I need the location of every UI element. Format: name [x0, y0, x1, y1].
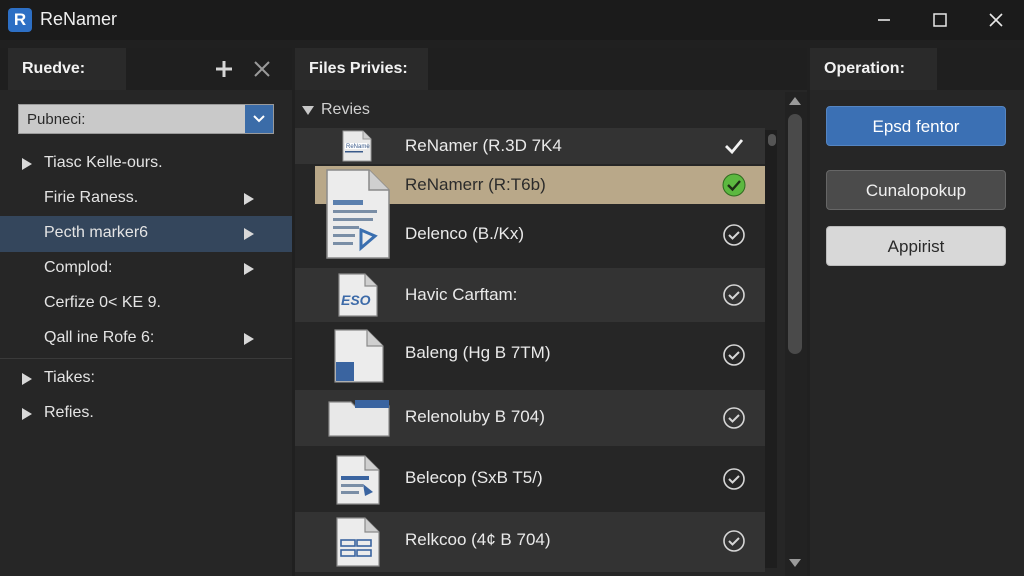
file-group-label: Revies: [321, 101, 370, 118]
tree-item-label: Tiakes:: [44, 369, 95, 386]
chevron-down-icon: [253, 115, 265, 123]
operation-button-primary[interactable]: Epsd fentor: [826, 106, 1006, 146]
file-name: ReNamer (R.3D 7K4: [405, 136, 562, 155]
tree-item-label: Cerfize 0< KE 9.: [44, 294, 161, 311]
operation-button-secondary[interactable]: Cunalopokup: [826, 170, 1006, 210]
rule-type-value: Pubneci:: [27, 111, 86, 128]
file-row[interactable]: Delenco (B./Kx): [295, 210, 765, 260]
tree-item-0[interactable]: Tiasc Kelle-ours.: [0, 146, 292, 182]
minimize-icon: [878, 19, 890, 21]
tree-item-2[interactable]: Pecth marker6: [0, 216, 292, 252]
rules-tabstrip: Ruedve:: [0, 48, 292, 90]
renamer-window: R ReNamer Ruedve: Pubneci: Tiasc Kelle-o…: [0, 0, 1024, 576]
checkmark-icon[interactable]: [722, 134, 746, 158]
tree-item-label: Tiasc Kelle-ours.: [44, 154, 163, 171]
document-form-icon: [336, 455, 380, 505]
remove-rule-icon[interactable]: [252, 59, 272, 79]
close-window-button[interactable]: [968, 0, 1024, 40]
tree-item-label: Refies.: [44, 404, 94, 421]
tree-divider: [0, 358, 292, 359]
file-name: ReNamerr (R:T6b): [405, 175, 546, 194]
checkmark-filled-icon[interactable]: [722, 173, 746, 197]
file-row[interactable]: Relenoluby B 704): [295, 390, 765, 446]
svg-text:ReName: ReName: [346, 144, 370, 150]
operation-panel: Operation: Epsd fentor Cunalopokup Appir…: [810, 48, 1024, 576]
tree-item-1[interactable]: Firie Raness.: [0, 181, 292, 217]
file-name: Delenco (B./Kx): [405, 224, 525, 243]
files-panel: Files Privies: Revies ReName ReNamer (R.…: [295, 48, 807, 576]
eso-file-icon: ESO: [338, 273, 378, 317]
window-title: ReNamer: [40, 9, 118, 29]
file-row[interactable]: Relkcoo (4¢ B 704): [295, 512, 765, 572]
expand-icon[interactable]: [22, 408, 32, 420]
tab-files-preview[interactable]: Files Privies:: [295, 48, 428, 90]
document-form-icon: [336, 517, 380, 567]
files-tabstrip: Files Privies:: [295, 48, 807, 90]
operation-button-light[interactable]: Appirist: [826, 226, 1006, 266]
maximize-icon: [933, 13, 947, 27]
submenu-arrow-icon: [244, 228, 254, 240]
file-row[interactable]: Baleng (Hg B 7TM): [295, 326, 765, 386]
file-name: Relenoluby B 704): [405, 407, 545, 426]
file-name: Belecop (SxB T5/): [405, 468, 543, 487]
operation-tabstrip: Operation:: [810, 48, 1024, 90]
file-name: Baleng (Hg B 7TM): [405, 343, 551, 362]
document-small-icon: ReName: [342, 130, 372, 162]
svg-text:ESO: ESO: [341, 292, 371, 308]
expand-icon[interactable]: [22, 158, 32, 170]
checkmark-circle-icon[interactable]: [722, 283, 746, 307]
inner-scrollbar[interactable]: [765, 130, 777, 568]
submenu-arrow-icon: [244, 333, 254, 345]
checkmark-circle-icon[interactable]: [722, 529, 746, 553]
submenu-arrow-icon: [244, 263, 254, 275]
expand-icon[interactable]: [22, 373, 32, 385]
collapse-triangle-icon[interactable]: [302, 106, 314, 116]
minimize-button[interactable]: [856, 0, 912, 40]
checkmark-circle-icon[interactable]: [722, 223, 746, 247]
scroll-down-icon[interactable]: [789, 558, 801, 568]
file-name: Havic Carftam:: [405, 285, 518, 304]
file-row[interactable]: ESO Havic Carftam:: [295, 268, 765, 322]
file-row[interactable]: Belecop (SxB T5/): [295, 450, 765, 510]
rules-panel: Ruedve: Pubneci: Tiasc Kelle-ours. Firie…: [0, 48, 292, 576]
scroll-up-icon[interactable]: [789, 96, 801, 106]
checkmark-circle-icon[interactable]: [722, 406, 746, 430]
file-group-header[interactable]: Revies: [295, 98, 785, 124]
inner-scrollbar-thumb[interactable]: [768, 134, 776, 146]
app-logo-icon: R: [8, 8, 32, 32]
tree-item-label: Firie Raness.: [44, 189, 139, 206]
scrollbar-thumb[interactable]: [788, 114, 802, 354]
maximize-button[interactable]: [912, 0, 968, 40]
tab-operation[interactable]: Operation:: [810, 48, 937, 90]
document-blue-icon: [334, 329, 384, 383]
tree-item-3[interactable]: Complod:: [0, 251, 292, 287]
submenu-arrow-icon: [244, 193, 254, 205]
add-rule-icon[interactable]: [214, 59, 234, 79]
tree-item-label: Pecth marker6: [44, 224, 149, 241]
dropdown-arrow-button[interactable]: [245, 105, 273, 133]
folder-icon: [328, 400, 390, 437]
tab-rules[interactable]: Ruedve:: [8, 48, 126, 90]
file-name: Relkcoo (4¢ B 704): [405, 530, 551, 549]
checkmark-circle-icon[interactable]: [722, 343, 746, 367]
rule-type-dropdown[interactable]: Pubneci:: [18, 104, 274, 134]
tree-item-5[interactable]: Qall ine Rofe 6:: [0, 321, 292, 357]
tree-item-label: Complod:: [44, 259, 113, 276]
tree-item-6[interactable]: Tiakes:: [0, 361, 292, 397]
tree-item-7[interactable]: Refies.: [0, 396, 292, 432]
title-bar[interactable]: R ReNamer: [0, 0, 1024, 40]
close-icon: [989, 13, 1003, 27]
checkmark-circle-icon[interactable]: [722, 467, 746, 491]
file-row[interactable]: ReName ReNamer (R.3D 7K4: [295, 128, 765, 164]
tree-item-4[interactable]: Cerfize 0< KE 9.: [0, 286, 292, 322]
tree-item-label: Qall ine Rofe 6:: [44, 329, 155, 346]
